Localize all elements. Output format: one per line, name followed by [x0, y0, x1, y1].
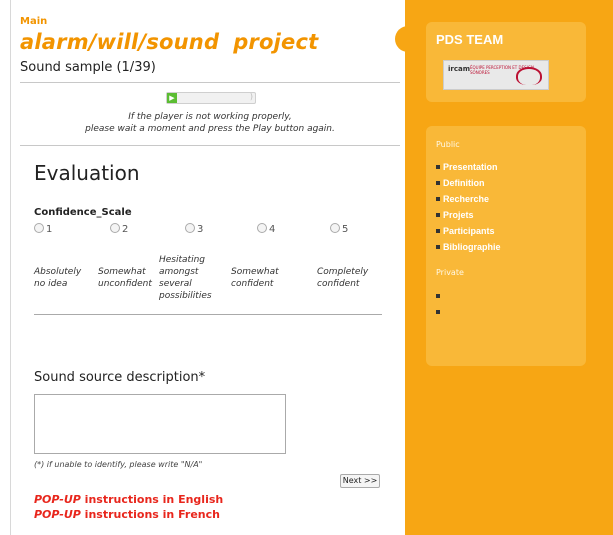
radio-circle-icon[interactable] [330, 223, 340, 233]
nav-projets[interactable]: Projets [436, 210, 474, 220]
radio-label: 3 [197, 224, 204, 235]
radio-label: 5 [342, 224, 349, 235]
scale-label-4: Somewhat confident [231, 267, 279, 289]
title-part2: project [233, 30, 319, 54]
popup-text: instructions in French [80, 508, 220, 521]
page-title: alarm/will/sound project [20, 30, 318, 54]
nav-recherche[interactable]: Recherche [436, 194, 489, 204]
ircam-logo: ircam ÉQUIPE PERCEPTION ET DESIGN SONORE… [443, 60, 549, 90]
radio-circle-icon[interactable] [110, 223, 120, 233]
scale-label: Confidence_Scale [34, 207, 132, 218]
team-title: PDS TEAM [436, 32, 504, 47]
sound-sample-label: Sound sample (1/39) [20, 60, 156, 75]
popup-english-link[interactable]: POP-UP instructions in English [34, 493, 223, 506]
team-box: PDS TEAM ircam ÉQUIPE PERCEPTION ET DESI… [426, 22, 586, 102]
left-border [10, 0, 11, 535]
radio-label: 2 [122, 224, 129, 235]
player-note-line2: please wait a moment and press the Play … [85, 124, 335, 134]
radio-circle-icon[interactable] [34, 223, 44, 233]
popup-prefix: POP-UP [34, 508, 81, 521]
radio-option-1[interactable]: 1 [34, 223, 52, 235]
sidebar-tab [395, 26, 421, 52]
divider [20, 82, 400, 83]
popup-prefix: POP-UP [34, 493, 81, 506]
breadcrumb[interactable]: Main [20, 16, 47, 27]
popup-text: instructions in English [80, 493, 224, 506]
radio-option-4[interactable]: 4 [257, 223, 275, 235]
evaluation-heading: Evaluation [34, 161, 140, 185]
radio-option-2[interactable]: 2 [110, 223, 128, 235]
radio-circle-icon[interactable] [257, 223, 267, 233]
next-button[interactable]: Next >> [340, 474, 380, 488]
scale-label-2: Somewhat unconfident [98, 267, 152, 289]
radio-option-5[interactable]: 5 [330, 223, 348, 235]
radio-label: 1 [46, 224, 53, 235]
nav-definition[interactable]: Definition [436, 178, 485, 188]
radio-option-3[interactable]: 3 [185, 223, 203, 235]
private-section-label: Private [436, 268, 464, 277]
scale-label-3: Hesitating amongst several possibilities [159, 255, 212, 301]
nav-presentation[interactable]: Presentation [436, 162, 498, 172]
main-content: Main alarm/will/sound project Sound sampl… [20, 0, 400, 535]
player-note: If the player is not working properly, p… [20, 111, 400, 135]
audio-player[interactable]: ▶ ) [166, 92, 256, 104]
hint-text: (*) if unable to identify, please write … [34, 460, 203, 469]
popup-french-link[interactable]: POP-UP instructions in French [34, 508, 220, 521]
player-note-line1: If the player is not working properly, [128, 112, 292, 122]
nav-box: Public Presentation Definition Recherche… [426, 126, 586, 366]
divider [34, 314, 382, 315]
private-link[interactable] [436, 310, 440, 314]
player-end-icon: ) [249, 92, 253, 101]
scale-label-1: Absolutely no idea [34, 267, 82, 289]
radio-circle-icon[interactable] [185, 223, 195, 233]
nav-bibliographie[interactable]: Bibliographie [436, 242, 501, 252]
nav-participants[interactable]: Participants [436, 226, 495, 236]
logo-text: ircam [448, 65, 471, 73]
logo-swirl-icon [516, 67, 542, 85]
divider [20, 145, 400, 146]
title-part1: alarm/will/sound [20, 30, 220, 54]
source-heading: Sound source description* [34, 370, 206, 385]
source-description-input[interactable] [34, 394, 286, 454]
play-icon[interactable]: ▶ [167, 93, 177, 103]
radio-label: 4 [269, 224, 276, 235]
public-section-label: Public [436, 140, 460, 149]
scale-label-5: Completely confident [317, 267, 369, 289]
private-link[interactable] [436, 294, 440, 298]
